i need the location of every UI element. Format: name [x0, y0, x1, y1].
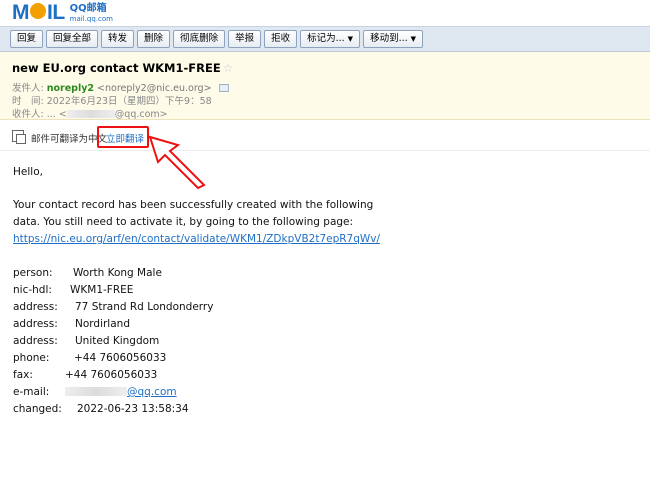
mark-as-dropdown[interactable]: 标记为... ▼: [300, 30, 361, 48]
greeting: Hello,: [13, 166, 43, 178]
recipient-line: 收件人: ... < @qq.com>: [12, 109, 168, 120]
field-person: person: Worth Kong Male: [13, 267, 162, 279]
mail-header: new EU.org contact WKM1-FREE ☆ 发件人: nore…: [0, 52, 650, 120]
redacted-email: [66, 110, 115, 118]
field-phone: phone: +44 7606056033: [13, 352, 167, 364]
email-link[interactable]: @qq.com: [127, 386, 177, 398]
delete-permanently-button[interactable]: 彻底删除: [173, 30, 226, 48]
move-to-dropdown[interactable]: 移动到... ▼: [363, 30, 424, 48]
qq-mail-logo[interactable]: M IL QQ邮箱 mail.qq.com: [12, 2, 113, 24]
redacted-email: [65, 387, 127, 396]
contact-card-icon[interactable]: [218, 84, 229, 92]
field-address-1: address: 77 Strand Rd Londonderry: [13, 301, 214, 313]
field-address-2: address: Nordirland: [13, 318, 130, 330]
chevron-down-icon: ▼: [347, 35, 354, 43]
activation-link[interactable]: https://nic.eu.org/arf/en/contact/valida…: [13, 233, 380, 245]
field-fax: fax: +44 7606056033: [13, 369, 158, 381]
paragraph-line-1: Your contact record has been successfull…: [13, 199, 374, 211]
mail-subject: new EU.org contact WKM1-FREE ☆: [12, 61, 234, 75]
field-address-3: address: United Kingdom: [13, 335, 160, 347]
logo-url-text: mail.qq.com: [69, 15, 113, 23]
logo-qq-text: QQ邮箱: [69, 3, 107, 14]
reject-button[interactable]: 拒收: [264, 30, 298, 48]
star-icon[interactable]: ☆: [223, 61, 234, 75]
field-email: e-mail: @qq.com: [13, 386, 177, 398]
top-bar: M IL QQ邮箱 mail.qq.com: [0, 0, 650, 26]
highlight-box: [97, 126, 149, 148]
report-button[interactable]: 举报: [228, 30, 262, 48]
field-nic-hdl: nic-hdl: WKM1-FREE: [13, 284, 134, 296]
delete-button[interactable]: 删除: [137, 30, 171, 48]
sender-line: 发件人: noreply2 <noreply2@nic.eu.org>: [12, 80, 229, 94]
mail-toolbar: 回复 回复全部 转发 删除 彻底删除 举报 拒收 标记为... ▼ 移动到... ▼: [0, 26, 650, 52]
paragraph-line-2: data. You still need to activate it, by …: [13, 216, 354, 228]
annotation-arrow-icon: [148, 135, 206, 189]
chevron-down-icon: ▼: [410, 35, 417, 43]
translate-hint: 邮件可翻译为中文: [31, 134, 108, 145]
forward-button[interactable]: 转发: [101, 30, 135, 48]
reply-button[interactable]: 回复: [10, 30, 44, 48]
reply-all-button[interactable]: 回复全部: [46, 30, 99, 48]
logo-mail-text: M IL: [12, 1, 65, 24]
translate-icon: [12, 130, 26, 144]
field-changed: changed: 2022-06-23 13:58:34: [13, 403, 189, 415]
time-line: 时 间: 2022年6月23日（星期四）下午9：58: [12, 96, 212, 107]
